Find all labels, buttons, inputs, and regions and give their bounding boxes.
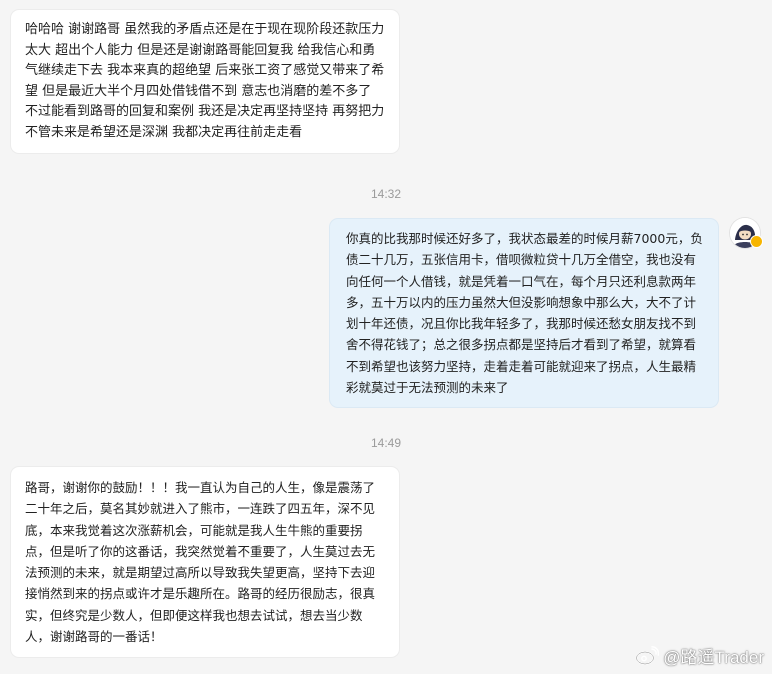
watermark: @路遥Trader — [635, 643, 764, 668]
message-timestamp: 14:49 — [370, 436, 402, 450]
weibo-icon — [635, 645, 660, 665]
watermark-text: @路遥Trader — [663, 648, 764, 667]
incoming-message-bubble: 哈哈哈 谢谢路哥 虽然我的矛盾点还是在于现在现阶段还款压力太大 超出个人能力 但… — [11, 10, 399, 153]
verified-badge-icon — [750, 235, 763, 248]
incoming-message-bubble: 路哥，谢谢你的鼓励！！！我一直认为自己的人生，像是震荡了二十年之后，莫名其妙就进… — [11, 467, 399, 658]
outgoing-message-bubble: 你真的比我那时候还好多了，我状态最差的时候月薪7000元，负债二十几万，五张信用… — [330, 219, 718, 408]
message-timestamp: 14:32 — [370, 187, 402, 201]
